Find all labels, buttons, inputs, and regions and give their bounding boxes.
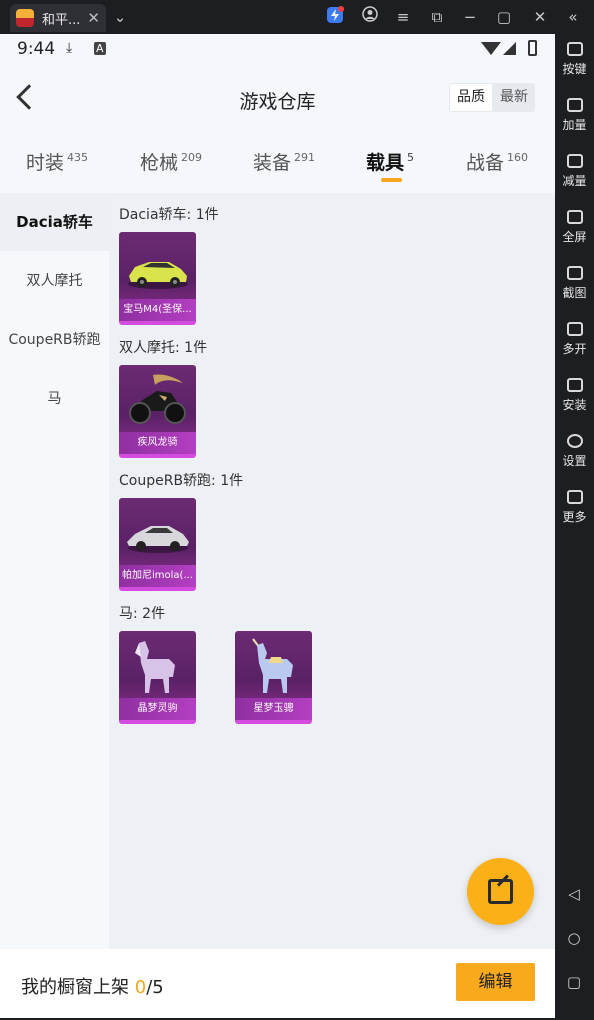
unicorn-horse-image xyxy=(252,638,293,693)
showcase-count: 我的橱窗上架 0/5 xyxy=(21,977,164,998)
more-icon xyxy=(566,490,583,504)
status-time: 9:44 xyxy=(17,39,56,59)
sidebar-item-volume-down[interactable]: 减量 xyxy=(555,154,594,189)
recents-square-icon[interactable]: ▢ xyxy=(566,974,582,990)
emulator-sidebar: 按键 加量 减量 全屏 截图 多开 安装 设置 更多 ◁ ○ ▢ xyxy=(555,34,594,1020)
tab-vehicles[interactable]: 载具 5 xyxy=(366,148,414,175)
sidebar-item-label: 减量 xyxy=(562,174,587,188)
minimize-icon[interactable]: − xyxy=(459,6,481,28)
multi-instance-icon xyxy=(566,322,583,336)
tab-close-icon[interactable]: ✕ xyxy=(87,9,100,27)
collapse-icon[interactable]: « xyxy=(562,6,584,28)
signal-icon xyxy=(503,42,516,55)
share-external-icon xyxy=(488,879,513,904)
item-card[interactable]: 宝马M4(圣保... xyxy=(119,232,196,325)
vehicle-list: Dacia轿车: 1件 宝马M4(圣保... 双人摩托: 1件 疾风龙骑 Cou… xyxy=(109,193,555,949)
emulator-titlebar: 和平... ✕ ⌄ ≡ ⧉ − ▢ ✕ « xyxy=(0,0,594,34)
tab-guns[interactable]: 枪械 209 xyxy=(140,148,202,175)
app-tab[interactable]: 和平... ✕ xyxy=(10,4,106,32)
volume-up-icon xyxy=(566,98,583,112)
sidebar-item-settings[interactable]: 设置 xyxy=(555,434,594,469)
item-name: 宝马M4(圣保... xyxy=(119,299,196,321)
status-bar: 9:44 ⤓ A xyxy=(0,34,555,64)
sort-newest-button[interactable]: 最新 xyxy=(493,83,535,112)
keyboard-icon xyxy=(566,42,583,56)
crystal-horse-image xyxy=(135,641,175,693)
download-icon: ⤓ xyxy=(66,40,73,56)
bolt-icon[interactable] xyxy=(324,6,346,28)
menu-icon[interactable]: ≡ xyxy=(392,6,414,28)
popout-icon[interactable]: ⧉ xyxy=(426,6,448,28)
nav-item-horse[interactable]: 马 xyxy=(0,370,109,428)
section-title: CoupeRB轿跑: 1件 xyxy=(119,473,244,489)
section-title: Dacia轿车: 1件 xyxy=(119,207,219,223)
sidebar-item-multi[interactable]: 多开 xyxy=(555,322,594,357)
wifi-icon xyxy=(481,42,501,55)
tab-equipment[interactable]: 装备 291 xyxy=(253,148,315,175)
yellow-car-image xyxy=(128,262,188,289)
active-tab-indicator xyxy=(381,178,402,182)
sidebar-item-more[interactable]: 更多 xyxy=(555,490,594,525)
bottom-bar: 我的橱窗上架 0/5 编辑 xyxy=(0,949,555,1018)
phone-screen: 9:44 ⤓ A 游戏仓库 品质 最新 时装 435 枪械 209 装备 291 载具… xyxy=(0,34,555,1018)
item-card[interactable]: 晶梦灵驹 xyxy=(119,631,196,724)
item-name: 疾风龙骑 xyxy=(119,432,196,454)
sort-quality-button[interactable]: 品质 xyxy=(450,84,492,111)
item-name: 帕加尼imola(... xyxy=(119,565,196,587)
sidebar-item-label: 设置 xyxy=(562,454,587,468)
section-title: 双人摩托: 1件 xyxy=(119,340,208,356)
item-card[interactable]: 星梦玉骢 xyxy=(235,631,312,724)
nav-item-motorcycle[interactable]: 双人摩托 xyxy=(0,252,109,310)
nav-item-dacia[interactable]: Dacia轿车 xyxy=(0,193,109,251)
back-triangle-icon[interactable]: ◁ xyxy=(566,886,582,902)
sidebar-item-volume-up[interactable]: 加量 xyxy=(555,98,594,133)
account-icon[interactable] xyxy=(359,6,381,28)
item-card[interactable]: 疾风龙骑 xyxy=(119,365,196,458)
sidebar-item-label: 加量 xyxy=(562,118,587,132)
apk-install-icon xyxy=(566,378,583,392)
gear-icon xyxy=(566,434,583,448)
scissors-icon xyxy=(566,266,583,280)
vehicle-type-nav: Dacia轿车 双人摩托 CoupeRB轿跑 马 xyxy=(0,193,109,949)
motorcycle-image xyxy=(129,374,186,424)
fullscreen-icon xyxy=(566,210,583,224)
tab-supplies[interactable]: 战备 160 xyxy=(466,148,528,175)
tab-fashion[interactable]: 时装 435 xyxy=(26,148,88,175)
app-icon xyxy=(16,9,34,27)
item-name: 晶梦灵驹 xyxy=(119,698,196,720)
volume-down-icon xyxy=(566,154,583,168)
item-card[interactable]: 帕加尼imola(... xyxy=(119,498,196,591)
sidebar-item-label: 更多 xyxy=(562,510,587,524)
sidebar-item-label: 截图 xyxy=(562,286,587,300)
sidebar-item-label: 安装 xyxy=(562,398,587,412)
app-tab-title: 和平... xyxy=(42,12,81,28)
sidebar-item-label: 全屏 xyxy=(562,230,587,244)
silver-car-image xyxy=(127,526,189,553)
close-icon[interactable]: ✕ xyxy=(529,6,551,28)
sidebar-item-screenshot[interactable]: 截图 xyxy=(555,266,594,301)
sidebar-item-label: 多开 xyxy=(562,342,587,356)
sidebar-item-label: 按键 xyxy=(562,62,587,76)
sidebar-item-fullscreen[interactable]: 全屏 xyxy=(555,210,594,245)
home-circle-icon[interactable]: ○ xyxy=(566,930,582,946)
battery-icon xyxy=(528,40,537,56)
sidebar-item-install[interactable]: 安装 xyxy=(555,378,594,413)
sort-toggle: 品质 最新 xyxy=(449,83,535,112)
item-name: 星梦玉骢 xyxy=(235,698,312,720)
maximize-icon[interactable]: ▢ xyxy=(493,6,515,28)
chevron-down-icon[interactable]: ⌄ xyxy=(109,6,131,28)
nav-item-couperb[interactable]: CoupeRB轿跑 xyxy=(0,311,109,369)
section-title: 马: 2件 xyxy=(119,606,166,622)
a-badge-icon: A xyxy=(94,42,106,55)
edit-button[interactable]: 编辑 xyxy=(456,963,535,1001)
sidebar-item-keyboard[interactable]: 按键 xyxy=(555,42,594,77)
page-header: 游戏仓库 品质 最新 xyxy=(0,74,555,124)
share-button[interactable] xyxy=(467,858,534,925)
category-tabs: 时装 435 枪械 209 装备 291 载具 5 战备 160 xyxy=(0,142,555,186)
